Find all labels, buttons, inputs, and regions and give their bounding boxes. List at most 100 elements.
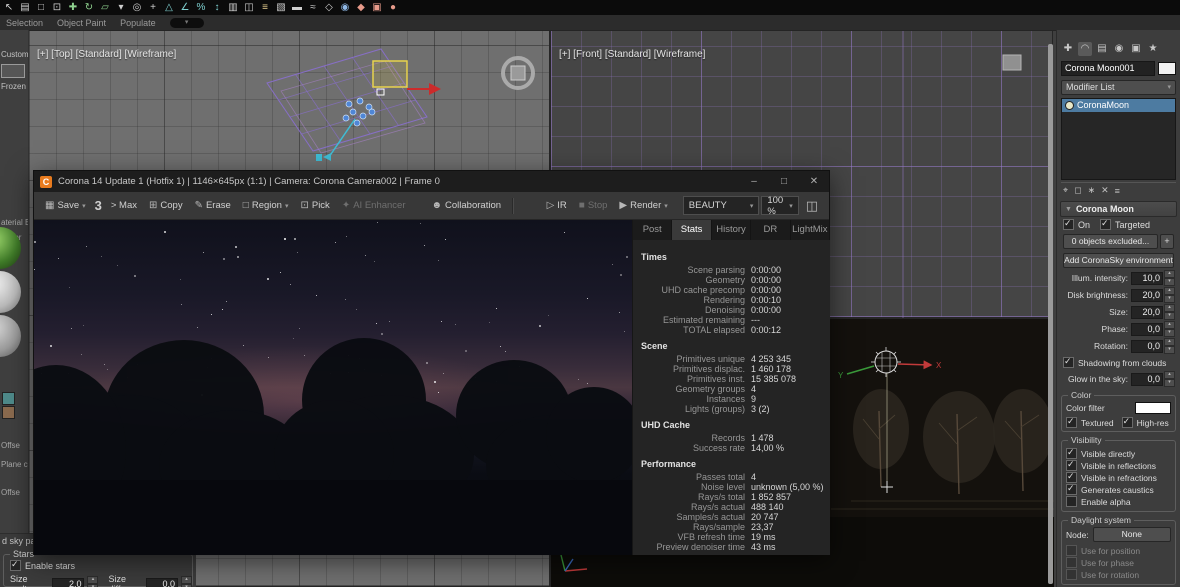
left-strip-button[interactable] xyxy=(1,64,25,78)
rollout-fragment[interactable]: d sky pa xyxy=(2,536,36,546)
save-button[interactable]: ▦ Save▾ xyxy=(40,197,91,214)
named-selection-icon[interactable]: ▥ xyxy=(227,2,239,14)
crossing-select-icon[interactable]: ⊡ xyxy=(51,2,63,14)
ribbon-toggle-icon[interactable]: ▬ xyxy=(291,2,303,14)
render-button[interactable]: ▶ Render▾ xyxy=(614,197,672,214)
visibility-checkbox[interactable]: Enable alpha xyxy=(1066,496,1171,507)
spinner-arrows[interactable]: ▴▾ xyxy=(1164,270,1175,286)
viewport-front-label[interactable]: [+] [Front] [Standard] [Wireframe] xyxy=(559,49,705,60)
align-icon[interactable]: ≡ xyxy=(259,2,271,14)
material-tool-icon[interactable] xyxy=(2,406,15,419)
mirror-icon[interactable]: ◫ xyxy=(243,2,255,14)
interactive-render-button[interactable]: ▷IR xyxy=(542,197,572,214)
visibility-checkbox[interactable]: Visible in refractions xyxy=(1066,472,1171,483)
node-pick-button[interactable]: None xyxy=(1093,527,1171,542)
modify-tab-icon[interactable]: ◠ xyxy=(1078,42,1092,56)
pick-button[interactable]: ⊡Pick xyxy=(295,197,334,214)
vfb-tab[interactable]: History xyxy=(712,220,751,240)
spinner-snap-icon[interactable]: ↕ xyxy=(211,2,223,14)
visibility-checkbox[interactable]: Visible in reflections xyxy=(1066,460,1171,471)
ai-enhancer-button[interactable]: ✦AI Enhancer xyxy=(337,197,411,214)
vfb-title-bar[interactable]: C Corona 14 Update 1 (Hotfix 1) | 1146×6… xyxy=(34,171,829,192)
wirecolor-swatch[interactable] xyxy=(1158,62,1176,75)
enable-stars-checkbox[interactable]: Enable stars xyxy=(10,560,192,571)
configure-modifier-sets-icon[interactable]: ≡ xyxy=(1115,186,1120,196)
angle-snap-icon[interactable]: ∠ xyxy=(179,2,191,14)
textured-checkbox[interactable]: Textured xyxy=(1066,417,1114,428)
rendered-frame-icon[interactable]: ▣ xyxy=(371,2,383,14)
make-unique-icon[interactable]: ∗ xyxy=(1088,185,1096,196)
pivot-center-icon[interactable]: ◎ xyxy=(131,2,143,14)
add-corona-sky-button[interactable]: Add CoronaSky environment xyxy=(1063,253,1174,268)
spinner-value[interactable]: 0,0 xyxy=(1131,340,1163,353)
move-icon[interactable]: ✚ xyxy=(67,2,79,14)
size-diff-value[interactable]: 0,0 xyxy=(146,578,178,587)
snap-toggle-icon[interactable]: △ xyxy=(163,2,175,14)
copy-button[interactable]: ⊞Copy xyxy=(144,197,188,214)
spinner-arrows[interactable]: ▴▾ xyxy=(1164,338,1175,354)
visibility-checkbox[interactable]: Generates caustics xyxy=(1066,484,1171,495)
render-setup-icon[interactable]: ◆ xyxy=(355,2,367,14)
ribbon-tab[interactable]: Selection xyxy=(6,18,43,28)
utilities-tab-icon[interactable]: ★ xyxy=(1146,42,1160,56)
rect-select-icon[interactable]: □ xyxy=(35,2,47,14)
size-mult-value[interactable]: 2,0 xyxy=(52,578,84,587)
material-sample-sphere[interactable] xyxy=(0,271,21,313)
show-end-result-icon[interactable]: ◻ xyxy=(1074,185,1081,196)
coord-system-icon[interactable]: ▾ xyxy=(115,2,127,14)
ribbon-tab[interactable]: Populate xyxy=(120,18,156,28)
pin-stack-icon[interactable]: ⌖ xyxy=(1063,185,1068,196)
modifier-stack[interactable]: CoronaMoon xyxy=(1061,98,1176,180)
modifier-stack-item[interactable]: CoronaMoon xyxy=(1062,99,1175,112)
material-tool-icon[interactable] xyxy=(2,392,15,405)
collaboration-button[interactable]: ☻Collaboration xyxy=(427,197,507,214)
spinner-arrows[interactable]: ▴▾ xyxy=(1164,287,1175,303)
spinner-value[interactable]: 0,0 xyxy=(1131,323,1163,336)
exclude-add-button[interactable]: + xyxy=(1160,234,1174,249)
color-filter-swatch[interactable] xyxy=(1135,402,1171,414)
modifier-list-dropdown[interactable]: Modifier List ▾ xyxy=(1061,80,1176,95)
spinner-value[interactable]: 20,0 xyxy=(1131,306,1163,319)
hierarchy-tab-icon[interactable]: ▤ xyxy=(1095,42,1109,56)
rotate-icon[interactable]: ↻ xyxy=(83,2,95,14)
corona-moon-rollout[interactable]: ▼ Corona Moon xyxy=(1060,201,1177,217)
curve-editor-icon[interactable]: ≈ xyxy=(307,2,319,14)
ab-compare-button[interactable]: ◫ xyxy=(801,195,823,217)
size-diff-spinner[interactable]: ▴▾ xyxy=(181,576,192,587)
vfb-tab[interactable]: LightMix xyxy=(791,220,830,240)
scale-icon[interactable]: ▱ xyxy=(99,2,111,14)
minimize-button[interactable]: – xyxy=(739,171,769,192)
daylight-toggle[interactable]: Use for position xyxy=(1066,545,1171,556)
display-tab-icon[interactable]: ▣ xyxy=(1129,42,1143,56)
targeted-checkbox[interactable]: Targeted xyxy=(1100,219,1150,230)
shadowing-checkbox[interactable]: Shadowing from clouds xyxy=(1063,357,1174,368)
spinner-arrows[interactable]: ▴▾ xyxy=(1164,304,1175,320)
spinner-value[interactable]: 10,0 xyxy=(1131,272,1163,285)
motion-tab-icon[interactable]: ◉ xyxy=(1112,42,1126,56)
visibility-checkbox[interactable]: Visible directly xyxy=(1066,448,1171,459)
moon-on-checkbox[interactable]: On xyxy=(1063,219,1090,230)
vfb-tab[interactable]: DR xyxy=(751,220,790,240)
stop-button[interactable]: ■Stop xyxy=(574,197,613,214)
spinner-arrows[interactable]: ▴▾ xyxy=(1164,371,1175,387)
material-editor-icon[interactable]: ◉ xyxy=(339,2,351,14)
zoom-select[interactable]: 100 %▾ xyxy=(761,196,798,215)
viewport-scrollbar[interactable] xyxy=(1048,44,1053,584)
create-tab-icon[interactable]: ✚ xyxy=(1061,42,1075,56)
viewport-top-label[interactable]: [+] [Top] [Standard] [Wireframe] xyxy=(37,49,176,60)
layer-manager-icon[interactable]: ▧ xyxy=(275,2,287,14)
to-max-button[interactable]: > Max xyxy=(106,197,142,214)
highres-checkbox[interactable]: High-res xyxy=(1122,417,1169,428)
exclude-objects-button[interactable]: 0 objects excluded... xyxy=(1063,234,1158,249)
object-name-field[interactable]: Corona Moon001 xyxy=(1061,61,1155,76)
rendered-image[interactable] xyxy=(34,220,632,555)
daylight-toggle[interactable]: Use for rotation xyxy=(1066,569,1171,580)
spinner-value[interactable]: 0,0 xyxy=(1131,373,1163,386)
manipulate-icon[interactable]: + xyxy=(147,2,159,14)
daylight-toggle[interactable]: Use for phase xyxy=(1066,557,1171,568)
maximize-button[interactable]: □ xyxy=(769,171,799,192)
schematic-view-icon[interactable]: ◇ xyxy=(323,2,335,14)
region-button[interactable]: □ Region▾ xyxy=(238,197,294,214)
ribbon-tab[interactable]: Object Paint xyxy=(57,18,106,28)
vfb-tab[interactable]: Stats xyxy=(672,220,711,240)
